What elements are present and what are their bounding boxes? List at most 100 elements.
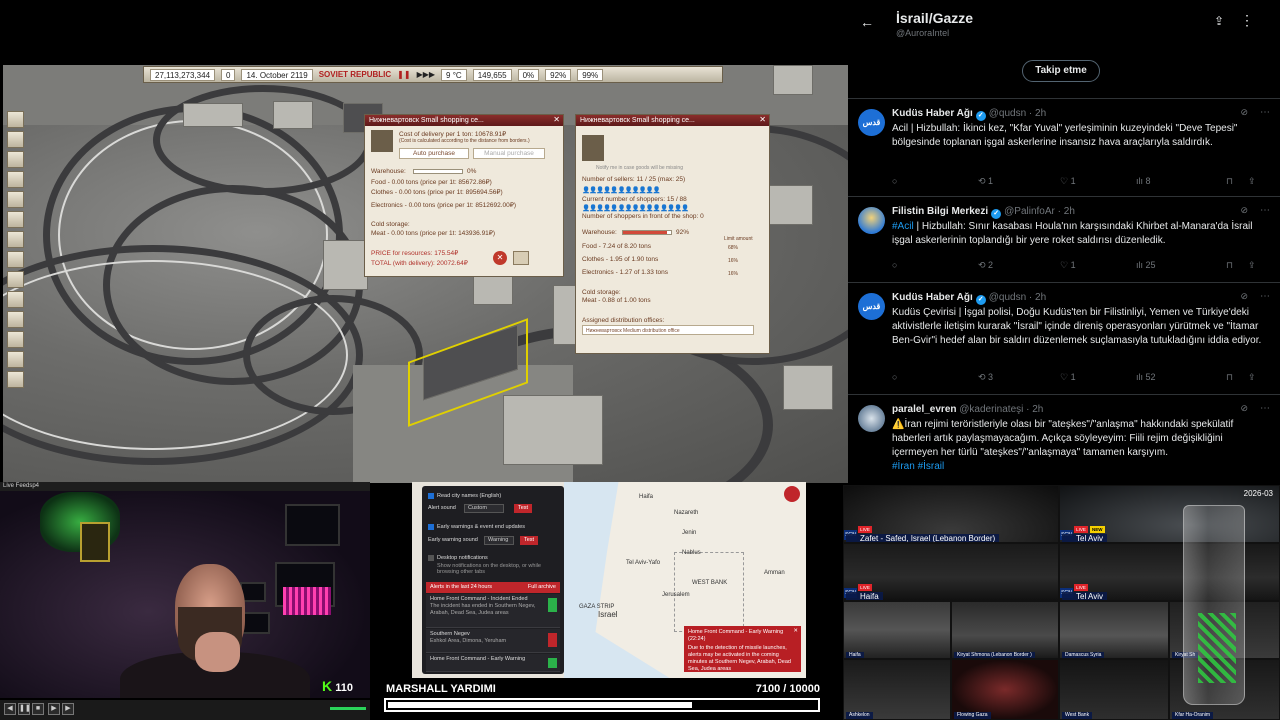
tool-button[interactable]	[7, 271, 24, 288]
tool-button[interactable]	[7, 111, 24, 128]
tweet[interactable]: قدس Kudüs Haber Ağı ✓ @qudsn · 2h ⊘ ⋯ Acil…	[848, 98, 1280, 196]
prev-icon[interactable]: ◀	[4, 703, 16, 715]
share-icon[interactable]: ⇪	[1248, 372, 1256, 383]
alert-list-item[interactable]: Southern Negev Eshkol Area, Dimona, Yeru…	[426, 629, 560, 653]
grok-icon[interactable]: ⊘	[1240, 107, 1248, 118]
share-icon[interactable]: ⇪	[1214, 14, 1224, 28]
tweet[interactable]: Filistin Bilgi Merkezi ✓ @PalinfoAr · 2h ⊘…	[848, 196, 1280, 282]
close-icon[interactable]: ✕	[793, 628, 798, 635]
more-icon[interactable]: ⋯	[1260, 205, 1270, 216]
window-title[interactable]: Нижневартовск Small shopping ce...	[365, 115, 563, 126]
tweet[interactable]: قدس Kudüs Haber Ağı ✓ @qudsn · 2h ⊘ ⋯ Kudü…	[848, 282, 1280, 394]
play-icon[interactable]: ▶▶▶	[417, 70, 435, 79]
cancel-icon[interactable]: ✕	[493, 251, 507, 265]
food-limit[interactable]: 68%	[728, 245, 738, 251]
reply-icon[interactable]: ○	[892, 176, 897, 186]
camera-cell[interactable]: Damascus Syria	[1059, 601, 1169, 659]
tool-button[interactable]	[7, 151, 24, 168]
retweet-button[interactable]: ⟲ 3	[978, 372, 993, 383]
camera-cell[interactable]: SGN LIVE Tel Aviv	[1059, 543, 1280, 601]
more-icon[interactable]: ⋯	[1260, 403, 1270, 414]
skip-icon[interactable]: ▶	[62, 703, 74, 715]
views-button[interactable]: ılı 25	[1136, 260, 1156, 270]
window-title[interactable]: Нижневартовск Small shopping ce...	[576, 115, 769, 126]
share-icon[interactable]: ⇪	[1248, 176, 1256, 187]
bookmark-icon[interactable]: ⊓	[1226, 372, 1233, 383]
tool-button[interactable]	[7, 211, 24, 228]
camera-cell[interactable]: Haifa	[843, 601, 951, 659]
reply-icon[interactable]: ○	[892, 372, 897, 382]
tool-button[interactable]	[7, 131, 24, 148]
tweet-author[interactable]: Kudüs Haber Ağı ✓ @qudsn · 2h	[892, 108, 1046, 121]
tweet-author[interactable]: Filistin Bilgi Merkezi ✓ @PalinfoAr · 2h	[892, 206, 1075, 219]
checkbox-desktop[interactable]	[428, 555, 434, 561]
early-sound-select[interactable]: Warning	[484, 536, 514, 545]
close-icon[interactable]: ✕	[759, 115, 766, 124]
hashtag-link[interactable]: #Acil	[892, 221, 914, 232]
stop-icon[interactable]: ■	[32, 703, 44, 715]
reply-icon[interactable]: ○	[892, 260, 897, 270]
more-options-icon[interactable]: ⋮	[1240, 12, 1254, 29]
close-icon[interactable]: ✕	[553, 115, 560, 124]
avatar[interactable]: قدس	[858, 293, 885, 320]
avatar[interactable]: قدس	[858, 109, 885, 136]
like-button[interactable]: ♡ 1	[1060, 372, 1076, 383]
bookmark-icon[interactable]: ⊓	[1226, 176, 1233, 187]
pause-icon[interactable]: ❚❚	[18, 703, 31, 715]
more-icon[interactable]: ⋯	[1260, 107, 1270, 118]
electronics-limit[interactable]: 16%	[728, 271, 738, 277]
alert-list-item[interactable]: Home Front Command - Incident Ended The …	[426, 594, 560, 628]
notify-checkbox-label[interactable]: Notify me in case goods will be missing	[596, 165, 683, 171]
bookmark-icon[interactable]: ⊓	[1226, 260, 1233, 271]
test-early-button[interactable]: Test	[520, 536, 539, 545]
camera-cell[interactable]: West Bank	[1059, 659, 1169, 720]
alert-list-item[interactable]: Home Front Command - Early Warning	[426, 654, 560, 672]
like-button[interactable]: ♡ 1	[1060, 176, 1076, 187]
hashtag-links[interactable]: #İran #İsrail	[892, 461, 944, 472]
retweet-button[interactable]: ⟲ 2	[978, 260, 993, 271]
list-owner-handle[interactable]: @AuroraIntel	[896, 28, 949, 38]
tool-button[interactable]	[7, 291, 24, 308]
assigned-office-item[interactable]: Нижневартовск Medium distribution office	[582, 325, 754, 335]
test-alert-button[interactable]: Test	[514, 504, 533, 513]
clothes-limit[interactable]: 16%	[728, 258, 738, 264]
avatar[interactable]	[858, 207, 885, 234]
full-archive-link[interactable]: Full archive	[528, 582, 556, 593]
next-icon[interactable]: ▶	[48, 703, 60, 715]
pause-icon[interactable]: ❚❚	[397, 70, 410, 79]
checkbox-early-warnings[interactable]	[428, 524, 434, 530]
grok-icon[interactable]: ⊘	[1240, 291, 1248, 302]
tool-button[interactable]	[7, 171, 24, 188]
alert-sound-select[interactable]: Custom	[464, 504, 504, 513]
checkbox-read-names[interactable]	[428, 493, 434, 499]
camera-cell[interactable]: Kiryat Shmona (Lebanon Border )	[951, 601, 1059, 659]
tool-button[interactable]	[7, 231, 24, 248]
game-viewport[interactable]: 27,113,273,344 0 14. October 2119 SOVIET…	[3, 65, 848, 483]
grok-icon[interactable]: ⊘	[1240, 205, 1248, 216]
volume-slider[interactable]	[330, 707, 366, 710]
manual-purchase-button[interactable]: Manual purchase	[473, 148, 545, 159]
views-button[interactable]: ılı 8	[1136, 176, 1151, 186]
tool-button[interactable]	[7, 251, 24, 268]
tool-button[interactable]	[7, 191, 24, 208]
tweet-author[interactable]: Kudüs Haber Ağı ✓ @qudsn · 2h	[892, 292, 1046, 305]
views-button[interactable]: ılı 52	[1136, 372, 1156, 382]
like-button[interactable]: ♡ 1	[1060, 260, 1076, 271]
early-warning-popup[interactable]: Home Front Command - Early Warning (22:2…	[684, 626, 801, 672]
camera-cell[interactable]: Flowing Gaza	[951, 659, 1059, 720]
tool-button[interactable]	[7, 331, 24, 348]
camera-cell[interactable]: SGN LIVE Zafet - Safed, Israel (Lebanon …	[843, 485, 1059, 543]
more-icon[interactable]: ⋯	[1260, 291, 1270, 302]
grok-icon[interactable]: ⊘	[1240, 403, 1248, 414]
camera-cell[interactable]: SGN LIVE Haifa	[843, 543, 1059, 601]
tool-button[interactable]	[7, 351, 24, 368]
share-icon[interactable]: ⇪	[1248, 260, 1256, 271]
camera-cell[interactable]: 2026-03 SGN LIVE NEW Tel Aviv	[1059, 485, 1280, 543]
avatar[interactable]	[858, 405, 885, 432]
unfollow-button[interactable]: Takip etme	[1022, 60, 1100, 82]
camera-tool-button[interactable]	[7, 371, 24, 388]
back-arrow-icon[interactable]: ←	[860, 14, 874, 30]
tool-button[interactable]	[7, 311, 24, 328]
auto-purchase-button[interactable]: Auto purchase	[399, 148, 469, 159]
retweet-button[interactable]: ⟲ 1	[978, 176, 993, 187]
